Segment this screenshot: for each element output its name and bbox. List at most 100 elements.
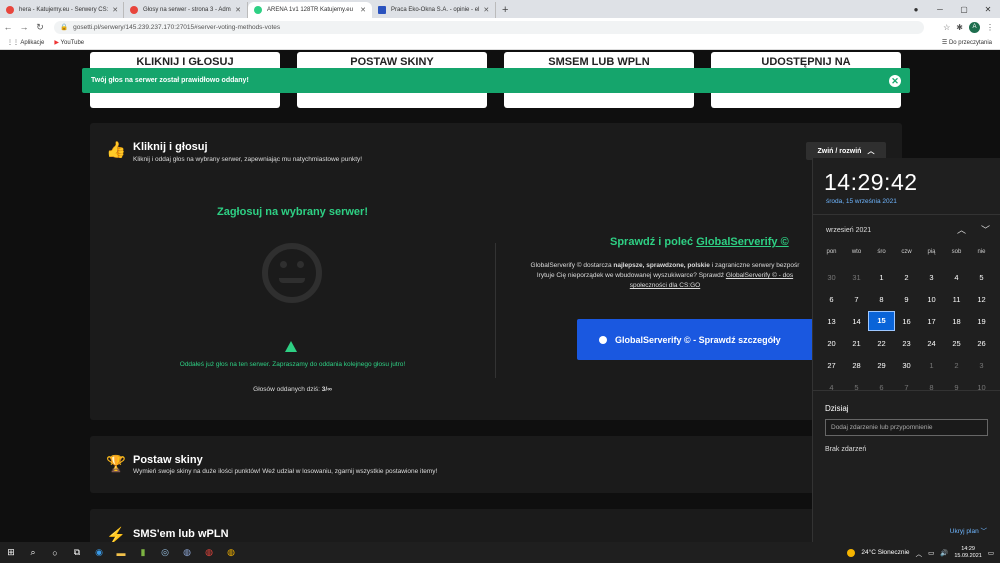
close-icon[interactable]: ✕ bbox=[889, 74, 901, 87]
calendar-day[interactable]: 3 bbox=[919, 273, 944, 282]
gs-title-link[interactable]: GlobalServerify © bbox=[696, 236, 788, 248]
calendar-day[interactable]: 2 bbox=[894, 273, 919, 282]
weather-text[interactable]: 24°C Słonecznie bbox=[861, 549, 909, 556]
globalserverify-button[interactable]: GlobalServerify © - Sprawdź szczegóły bbox=[577, 319, 817, 360]
forward-icon[interactable]: → bbox=[16, 22, 32, 32]
calendar-day[interactable]: 1 bbox=[869, 273, 894, 282]
file-explorer-icon[interactable]: ▬ bbox=[110, 542, 132, 563]
calendar-day[interactable]: 30 bbox=[819, 273, 844, 282]
browser-tab[interactable]: hera - Katujemy.eu - Serwery CS: ✕ bbox=[0, 2, 124, 18]
cortana-icon[interactable]: ○ bbox=[44, 542, 66, 563]
windows-start-icon[interactable]: ⊞ bbox=[0, 542, 22, 563]
calendar-day[interactable]: 23 bbox=[894, 339, 919, 348]
calendar-day[interactable]: 25 bbox=[944, 339, 969, 348]
calendar-day[interactable]: 12 bbox=[969, 295, 994, 304]
app-icon[interactable]: ◍ bbox=[176, 542, 198, 563]
chrome-canary-icon[interactable]: ◍ bbox=[220, 542, 242, 563]
steam-icon[interactable]: ◎ bbox=[154, 542, 176, 563]
bookmark-apps[interactable]: ⋮⋮ Aplikacje bbox=[7, 39, 44, 46]
network-icon[interactable]: ▭ bbox=[928, 549, 934, 557]
notification-icon[interactable]: ▭ bbox=[988, 549, 994, 557]
calendar-day[interactable]: 3 bbox=[969, 361, 994, 370]
gs-link[interactable]: GlobalServerify © - dos bbox=[726, 272, 793, 279]
calendar-day[interactable]: 28 bbox=[844, 361, 869, 370]
favicon bbox=[6, 6, 14, 14]
reading-list[interactable]: ☰ Do przeczytania bbox=[942, 39, 1000, 46]
calendar-day[interactable]: 8 bbox=[869, 295, 894, 304]
reload-icon[interactable]: ↻ bbox=[32, 22, 48, 33]
calendar-day[interactable]: 19 bbox=[969, 317, 994, 326]
close-window-icon[interactable]: ✕ bbox=[976, 5, 1000, 14]
search-icon[interactable]: ⌕ bbox=[22, 542, 44, 563]
divider bbox=[813, 214, 1000, 215]
address-bar[interactable]: 🔒 gosetti.pl/serwery/145.239.237.170:270… bbox=[54, 20, 924, 34]
calendar-day[interactable]: 4 bbox=[944, 273, 969, 282]
calendar-day[interactable]: 9 bbox=[894, 295, 919, 304]
extensions-icon[interactable]: ✱ bbox=[956, 23, 963, 32]
chrome-icon[interactable]: ◍ bbox=[198, 542, 220, 563]
calendar-day[interactable]: 29 bbox=[869, 361, 894, 370]
clock-date[interactable]: środa, 15 września 2021 bbox=[826, 198, 897, 205]
close-tab-icon[interactable]: ✕ bbox=[231, 6, 241, 14]
calendar-day[interactable]: 11 bbox=[944, 295, 969, 304]
calendar-day[interactable]: 31 bbox=[844, 273, 869, 282]
tab-title: ARENA 1v1 128TR Katujemy.eu bbox=[267, 7, 353, 13]
gs-link[interactable]: społeczności dla CS:GO bbox=[630, 282, 700, 289]
calendar-day[interactable]: 16 bbox=[894, 317, 919, 326]
volume-icon[interactable]: 🔊 bbox=[940, 549, 948, 557]
browser-tab[interactable]: Praca Eko-Okna S.A. - opinie - el ✕ bbox=[372, 2, 496, 18]
taskbar-clock[interactable]: 14:29 15.09.2021 bbox=[954, 546, 982, 560]
chevron-down-icon[interactable]: ﹀ bbox=[981, 223, 990, 236]
calendar-day[interactable]: 27 bbox=[819, 361, 844, 370]
skins-panel: 🏆 Postaw skiny Wymień swoje skiny na duż… bbox=[90, 436, 902, 493]
maximize-icon[interactable]: ▢ bbox=[952, 5, 976, 14]
calendar-day[interactable]: 18 bbox=[944, 317, 969, 326]
menu-icon[interactable]: ⋮ bbox=[986, 23, 994, 32]
add-event-input[interactable]: Dodaj zdarzenie lub przypomnienie bbox=[825, 419, 988, 436]
browser-tab[interactable]: Głosy na serwer - strona 3 - Adm ✕ bbox=[124, 2, 248, 18]
calendar-day[interactable]: 7 bbox=[844, 295, 869, 304]
votes-value: 3/∞ bbox=[321, 386, 332, 393]
calendar-day[interactable]: 14 bbox=[844, 317, 869, 326]
profile-icon[interactable]: ● bbox=[904, 5, 928, 14]
favicon bbox=[130, 6, 138, 14]
task-view-icon[interactable]: ⧉ bbox=[66, 542, 88, 563]
browser-tab-active[interactable]: ARENA 1v1 128TR Katujemy.eu ✕ bbox=[248, 2, 372, 18]
taskbar: ⊞ ⌕ ○ ⧉ ◉ ▬ ▮ ◎ ◍ ◍ ◍ 24°C Słonecznie ︿ … bbox=[0, 542, 1000, 563]
close-tab-icon[interactable]: ✕ bbox=[356, 6, 366, 14]
close-tab-icon[interactable]: ✕ bbox=[108, 6, 118, 14]
minimize-icon[interactable]: ─ bbox=[928, 5, 952, 14]
avatar[interactable]: A bbox=[969, 21, 980, 33]
calendar-day-today[interactable]: 15 bbox=[868, 311, 895, 331]
calendar-month[interactable]: wrzesień 2021 bbox=[826, 227, 871, 234]
bookmark-youtube[interactable]: ▶ YouTube bbox=[54, 39, 84, 46]
calendar-day[interactable]: 13 bbox=[819, 317, 844, 326]
calendar-day[interactable]: 26 bbox=[969, 339, 994, 348]
chevron-up-icon[interactable]: ︿ bbox=[916, 548, 923, 558]
tab-title: hera - Katujemy.eu - Serwery CS: bbox=[19, 7, 109, 13]
edge-icon[interactable]: ◉ bbox=[88, 542, 110, 563]
bookmark-label: YouTube bbox=[60, 40, 85, 46]
calendar-day[interactable]: 2 bbox=[944, 361, 969, 370]
calendar-day[interactable]: 5 bbox=[969, 273, 994, 282]
calendar-day[interactable]: 1 bbox=[919, 361, 944, 370]
tab-title: Praca Eko-Okna S.A. - opinie - el bbox=[391, 7, 480, 13]
calendar-day[interactable]: 10 bbox=[919, 295, 944, 304]
calendar-day[interactable]: 6 bbox=[819, 295, 844, 304]
calendar-day[interactable]: 30 bbox=[894, 361, 919, 370]
calendar-day[interactable]: 22 bbox=[869, 339, 894, 348]
lock-icon[interactable]: 🔒 bbox=[60, 23, 68, 31]
favicon bbox=[254, 6, 262, 14]
new-tab-button[interactable]: + bbox=[496, 2, 514, 18]
calendar-day[interactable]: 17 bbox=[919, 317, 944, 326]
calendar-day[interactable]: 21 bbox=[844, 339, 869, 348]
hide-agenda-link[interactable]: Ukryj plan ﹀ bbox=[950, 525, 987, 535]
calendar-day[interactable]: 20 bbox=[819, 339, 844, 348]
star-icon[interactable]: ☆ bbox=[943, 23, 950, 32]
back-icon[interactable]: ← bbox=[0, 22, 16, 32]
app-icon[interactable]: ▮ bbox=[132, 542, 154, 563]
calendar-day[interactable]: 24 bbox=[919, 339, 944, 348]
close-tab-icon[interactable]: ✕ bbox=[479, 6, 489, 14]
chevron-up-icon[interactable]: ︿ bbox=[957, 223, 966, 236]
gs-text: i zagraniczne serwery bezpośr bbox=[711, 262, 800, 269]
